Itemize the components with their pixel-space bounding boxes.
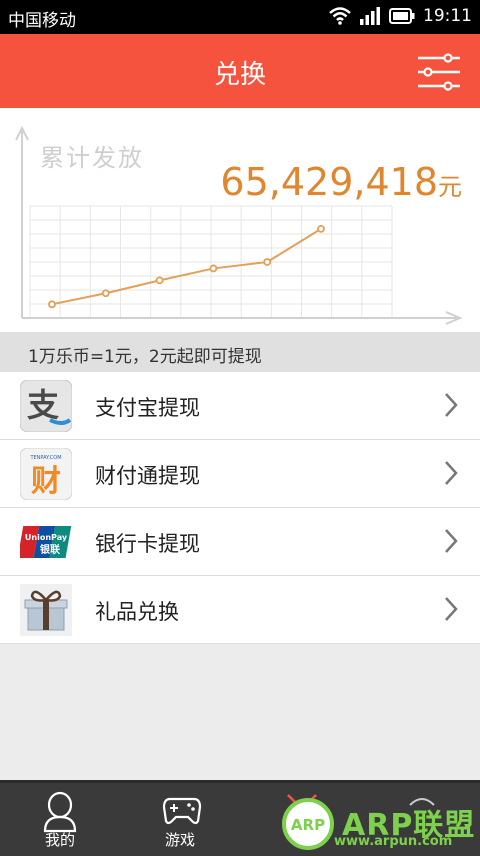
menu-item-label: 支付宝提现 [95, 396, 200, 420]
trend-point [48, 300, 56, 309]
page-title: 兑换 [213, 60, 266, 90]
tenpay-glyph: 财 [31, 464, 61, 499]
user-icon [43, 791, 77, 833]
menu-item-gift[interactable]: 礼品兑换 [0, 576, 480, 644]
tab-mine[interactable]: 我的 [0, 783, 120, 856]
trend-point [317, 224, 325, 233]
arp-watermark: ARP ARP联盟 www.arpun.com [280, 796, 480, 853]
battery-icon [389, 8, 415, 24]
unionpay-cn-text: 银联 [40, 543, 60, 556]
signal-icon [360, 7, 380, 25]
exchange-rate-note: 1万乐币=1元，2元起即可提现 [0, 332, 480, 372]
alipay-glyph: 支 [27, 386, 59, 424]
menu-item-label: 财付通提现 [95, 464, 200, 488]
cumulative-amount-number: 65,429,418 [220, 160, 438, 204]
cumulative-amount-unit: 元 [438, 173, 462, 201]
trend-point [101, 289, 110, 298]
filter-sliders-icon[interactable] [416, 52, 462, 92]
trend-point [155, 276, 164, 285]
menu-item-tenpay[interactable]: TENPAY.COM 财 财付通提现 [0, 440, 480, 508]
chevron-right-icon [445, 393, 458, 417]
tab-label: 游戏 [164, 831, 195, 849]
chevron-right-icon [445, 597, 458, 621]
tab-games[interactable]: 游戏 [120, 783, 240, 856]
cumulative-amount: 65,429,418元 [220, 160, 462, 204]
payout-chart-panel: 累计发放 65,429,418元 [0, 108, 480, 332]
menu-item-label: 银行卡提现 [95, 532, 200, 556]
status-icons: 19:11 [329, 6, 472, 26]
unionpay-icon: UnionPay 银联 [20, 526, 72, 558]
menu-item-label: 礼品兑换 [95, 600, 179, 624]
tab-label: 我的 [44, 831, 75, 849]
app-header: 兑换 [0, 34, 480, 108]
watermark-url: www.arpun.com [334, 834, 453, 849]
exchange-rate-text: 1万乐币=1元，2元起即可提现 [28, 347, 262, 367]
arp-logo-text: ARP [291, 816, 325, 834]
gift-icon [20, 584, 72, 636]
chevron-right-icon [445, 461, 458, 485]
clock: 19:11 [423, 6, 472, 26]
alipay-icon: 支 [20, 380, 72, 432]
trend-line [51, 228, 322, 306]
tenpay-icon: TENPAY.COM 财 [20, 448, 72, 500]
arp-logo-icon: ARP [282, 798, 334, 850]
wifi-icon [329, 7, 351, 25]
menu-item-bank-card[interactable]: UnionPay 银联 银行卡提现 [0, 508, 480, 576]
tenpay-small-text: TENPAY.COM [29, 455, 61, 461]
menu-item-alipay[interactable]: 支 支付宝提现 [0, 372, 480, 440]
trend-point [209, 264, 218, 273]
gamepad-icon [162, 797, 202, 825]
carrier-name: 中国移动 [8, 11, 76, 31]
status-bar: 中国移动 19:11 [0, 0, 480, 34]
unionpay-text: UnionPay [25, 533, 68, 542]
chevron-right-icon [445, 529, 458, 553]
withdraw-menu: 支 支付宝提现 TENPAY.COM 财 财付通提现 UnionPay 银联 银… [0, 372, 480, 644]
trend-point [263, 258, 272, 266]
cumulative-label: 累计发放 [40, 144, 144, 172]
